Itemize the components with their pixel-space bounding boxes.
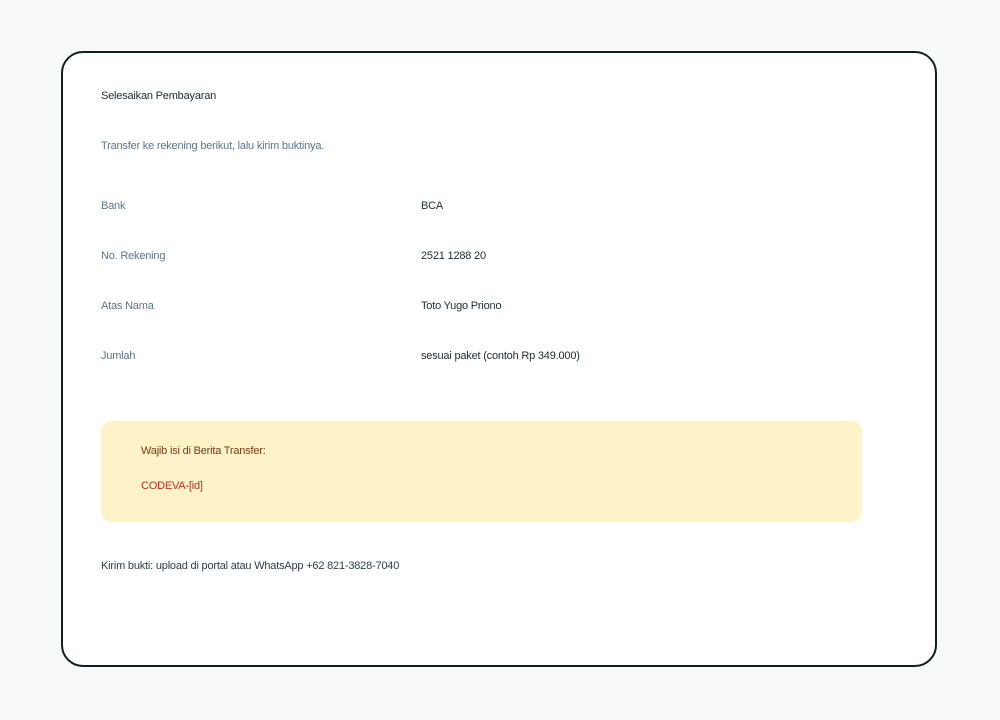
- payment-card: Selesaikan Pembayaran Transfer ke rekeni…: [61, 51, 937, 667]
- transfer-note-code: CODEVA-[id]: [141, 480, 203, 492]
- transfer-note-label: Wajib isi di Berita Transfer:: [141, 445, 266, 457]
- page-title: Selesaikan Pembayaran: [101, 90, 217, 102]
- bank-value: BCA: [421, 200, 444, 212]
- account-name-value: Toto Yugo Priono: [421, 300, 502, 312]
- amount-value: sesuai paket (contoh Rp 349.000): [421, 350, 580, 362]
- transfer-note-notice: Wajib isi di Berita Transfer: CODEVA-[id…: [101, 421, 862, 522]
- proof-instructions: Kirim bukti: upload di portal atau Whats…: [101, 560, 400, 572]
- account-number-label: No. Rekening: [101, 250, 166, 262]
- account-name-label: Atas Nama: [101, 300, 154, 312]
- bank-label: Bank: [101, 200, 126, 212]
- page-subtitle: Transfer ke rekening berikut, lalu kirim…: [101, 140, 325, 152]
- account-number-value: 2521 1288 20: [421, 250, 486, 262]
- amount-label: Jumlah: [101, 350, 136, 362]
